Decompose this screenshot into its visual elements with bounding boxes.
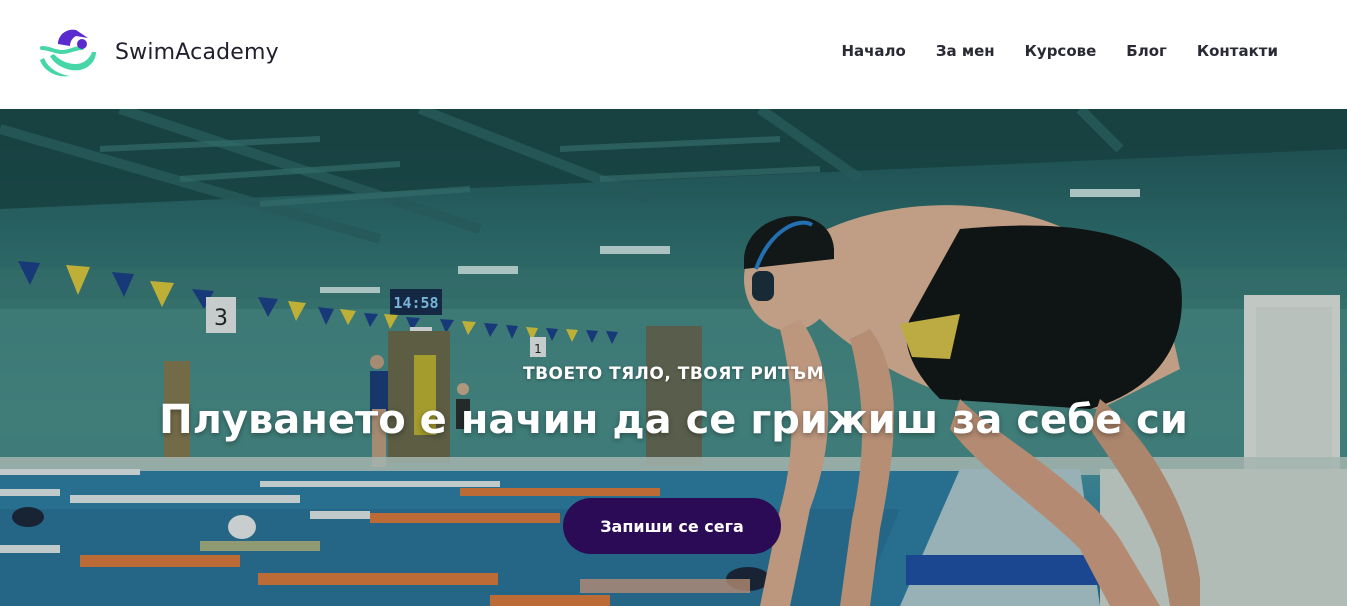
nav-item-courses[interactable]: Курсове	[1025, 42, 1097, 60]
nav-item-contacts[interactable]: Контакти	[1197, 42, 1278, 60]
hero-section: 14:58 3 2	[0, 109, 1347, 606]
swimmer-logo-icon	[40, 29, 96, 77]
hero-title: Плуването е начин да се грижиш за себе с…	[159, 397, 1188, 443]
main-nav: Начало За мен Курсове Блог Контакти	[841, 42, 1278, 60]
hero-kicker: ТВОЕТО ТЯЛО, ТВОЯТ РИТЪМ	[523, 364, 824, 384]
nav-item-home[interactable]: Начало	[841, 42, 905, 60]
nav-item-blog[interactable]: Блог	[1126, 42, 1167, 60]
brand-name: SwimAcademy	[115, 39, 279, 65]
nav-item-about[interactable]: За мен	[936, 42, 995, 60]
signup-now-button[interactable]: Запиши се сега	[563, 498, 781, 554]
site-header: SwimAcademy Начало За мен Курсове Блог К…	[0, 0, 1347, 109]
logo[interactable]: SwimAcademy	[36, 26, 279, 78]
